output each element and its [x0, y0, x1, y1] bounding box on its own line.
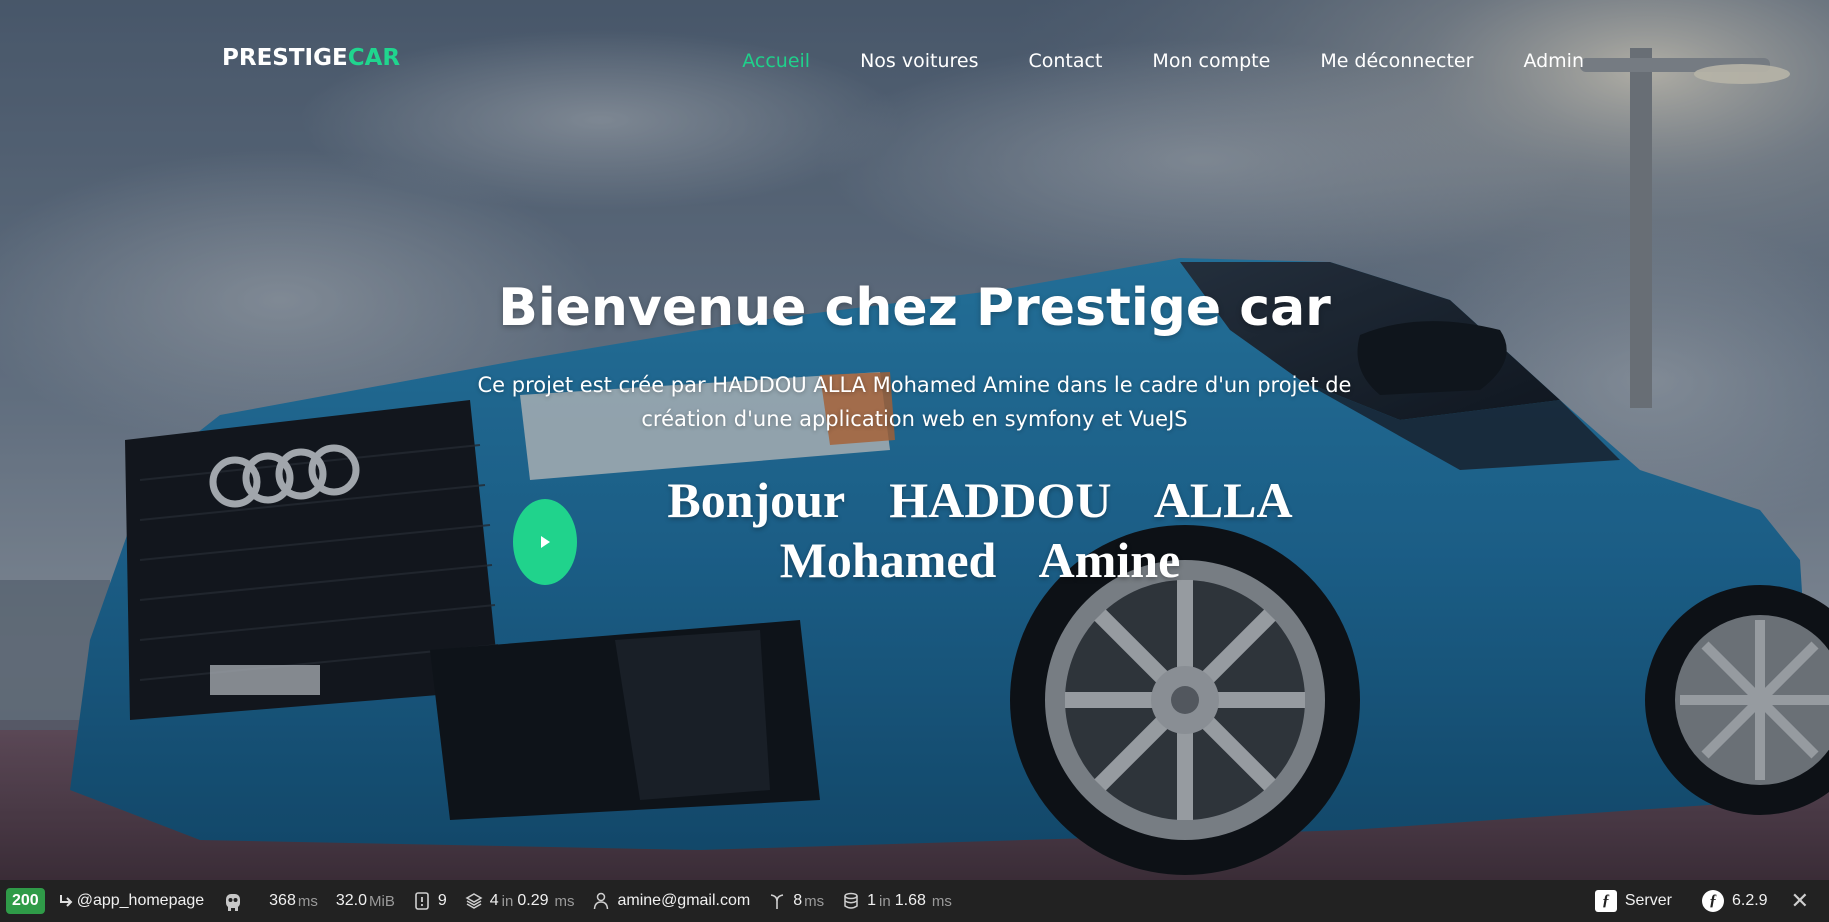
greeting-message: Bonjour HADDOU ALLA Mohamed Amine — [600, 470, 1360, 590]
memory-unit: MiB — [369, 892, 395, 910]
symfony-ghost-item[interactable] — [213, 880, 260, 922]
layers-icon — [465, 892, 483, 910]
hero-background — [0, 0, 1829, 880]
hero-title: Bienvenue chez Prestige car — [498, 278, 1331, 338]
symfony-version: 6.2.9 — [1731, 892, 1768, 909]
nav-link-admin[interactable]: Admin — [1523, 48, 1584, 74]
db-time: 1.68 — [894, 892, 926, 909]
events-branch-icon — [768, 892, 786, 910]
db-in: in — [879, 892, 891, 910]
symfony-logo-icon: ƒ — [1701, 890, 1724, 912]
time-item[interactable]: 368 ms — [260, 880, 327, 922]
nav-link-me-deconnecter[interactable]: Me déconnecter — [1320, 48, 1473, 74]
user-icon — [592, 892, 610, 910]
templates-count: 4 — [489, 892, 499, 909]
user-item[interactable]: amine@gmail.com — [583, 880, 759, 922]
navbar: PRESTIGECAR Accueil Nos voitures Contact… — [0, 0, 1829, 122]
memory-value: 32.0 — [335, 892, 367, 909]
brand-part1: PRESTIGE — [222, 45, 348, 71]
nav-menu: Accueil Nos voitures Contact Mon compte … — [692, 48, 1584, 74]
play-icon — [541, 536, 550, 548]
status-badge[interactable]: 200 — [6, 888, 45, 914]
close-toolbar-icon[interactable]: ✕ — [1777, 888, 1829, 914]
greeting-line2: Mohamed Amine — [779, 532, 1181, 588]
brand-part2: CAR — [347, 45, 401, 71]
route-arrow-icon — [57, 892, 75, 910]
debug-toolbar: 200 @app_homepage 368 ms 32.0 MiB 9 4 in… — [0, 880, 1829, 922]
server-label: Server — [1624, 892, 1672, 909]
templates-item[interactable]: 4 in 0.29 ms — [456, 880, 584, 922]
version-item[interactable]: ƒ 6.2.9 — [1693, 880, 1777, 922]
log-file-icon — [413, 892, 431, 910]
database-icon — [842, 892, 860, 910]
time-value: 368 — [269, 892, 296, 909]
time-unit: ms — [297, 892, 318, 910]
nav-link-mon-compte[interactable]: Mon compte — [1152, 48, 1270, 74]
templates-in: in — [501, 892, 514, 910]
nav-link-contact[interactable]: Contact — [1029, 48, 1103, 74]
hero-subtitle: Ce projet est crée par HADDOU ALLA Moham… — [477, 373, 1352, 431]
events-unit: ms — [804, 892, 825, 910]
greeting-line1: Bonjour HADDOU ALLA — [667, 472, 1293, 528]
route-item[interactable]: @app_homepage — [48, 880, 213, 922]
play-button[interactable] — [513, 499, 577, 585]
nav-link-nos-voitures[interactable]: Nos voitures — [860, 48, 978, 74]
server-item[interactable]: ƒ Server — [1586, 880, 1681, 922]
templates-unit: ms — [554, 892, 575, 910]
memory-item[interactable]: 32.0 MiB — [327, 880, 404, 922]
database-item[interactable]: 1 in 1.68 ms — [833, 880, 961, 922]
symfony-server-icon: ƒ — [1594, 890, 1617, 912]
db-unit: ms — [931, 892, 952, 910]
brand-logo[interactable]: PRESTIGECAR — [222, 44, 400, 72]
events-item[interactable]: 8 ms — [759, 880, 833, 922]
nav-link-accueil[interactable]: Accueil — [742, 48, 810, 74]
ghost-icon — [222, 890, 244, 912]
user-email: amine@gmail.com — [617, 892, 751, 909]
logs-item[interactable]: 9 — [404, 880, 456, 922]
logs-count: 9 — [437, 892, 447, 909]
route-name: @app_homepage — [76, 892, 205, 909]
events-value: 8 — [793, 892, 803, 909]
db-count: 1 — [867, 892, 877, 909]
templates-time: 0.29 — [517, 892, 549, 909]
